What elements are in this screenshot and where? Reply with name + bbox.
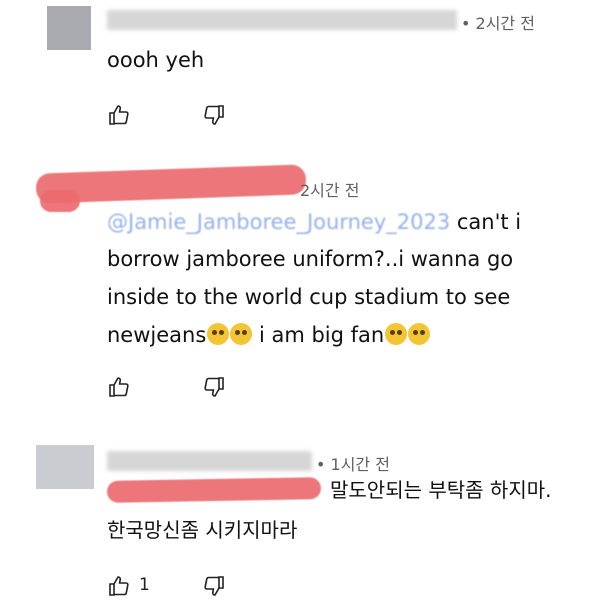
avatar[interactable] xyxy=(47,6,91,50)
thumbs-down-icon[interactable] xyxy=(202,574,226,598)
thumbs-up-icon[interactable] xyxy=(107,574,131,598)
comment-timestamp: 2시간 전 xyxy=(300,181,360,200)
comment-text-line: inside to the world cup stadium to see xyxy=(107,285,511,309)
crying-face-icon xyxy=(207,323,230,345)
avatar[interactable] xyxy=(36,445,94,489)
thumbs-down-icon[interactable] xyxy=(202,375,226,399)
comment-timestamp: • 1시간 전 xyxy=(316,455,390,474)
comment-text-line: 한국망신좀 시키지마라 xyxy=(107,518,298,542)
like-count: 1 xyxy=(139,575,150,595)
comment-text-line: newjeans i am big fan xyxy=(107,318,431,353)
thumbs-down-icon[interactable] xyxy=(202,103,226,127)
username-redacted[interactable] xyxy=(107,10,457,30)
comment-text-line: borrow jamboree uniform?..i wanna go xyxy=(107,247,514,271)
username-redacted[interactable] xyxy=(107,451,312,471)
comment-text-line: 말도안되는 부탁좀 하지마. xyxy=(330,478,552,502)
mention-link[interactable]: @Jamie_Jamboree_Journey_2023 xyxy=(107,210,450,234)
crying-face-icon xyxy=(385,323,408,345)
comment-text: oooh yeh xyxy=(107,48,205,72)
comment-text: @Jamie_Jamboree_Journey_2023 can't i xyxy=(107,210,522,234)
redaction-scribble xyxy=(40,190,80,212)
comment-timestamp: • 2시간 전 xyxy=(461,14,535,33)
crying-face-icon xyxy=(230,323,253,345)
redaction-scribble xyxy=(106,477,322,503)
thumbs-up-icon[interactable] xyxy=(107,103,131,127)
thumbs-up-icon[interactable] xyxy=(107,375,131,399)
crying-face-icon xyxy=(408,323,431,345)
